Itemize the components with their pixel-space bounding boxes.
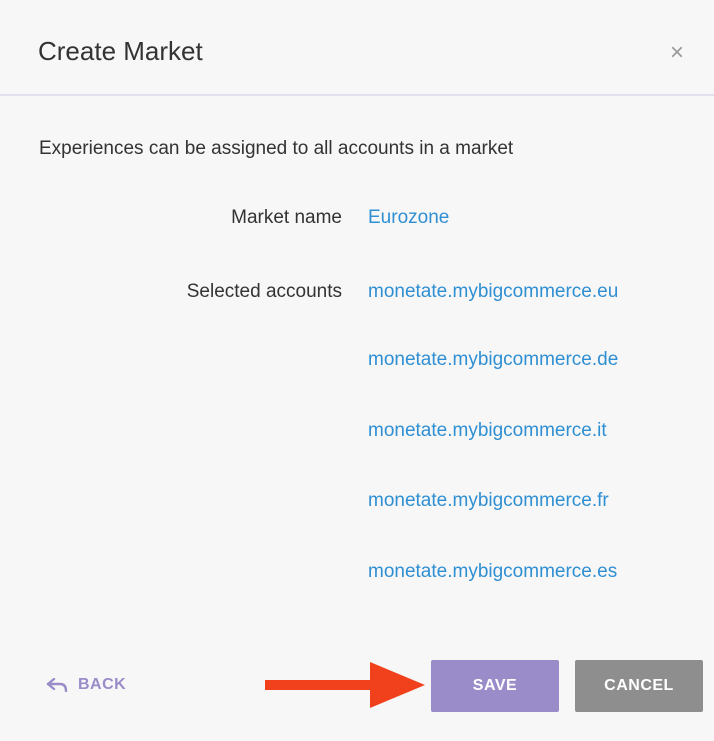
dialog-title: Create Market (38, 36, 203, 66)
selected-accounts-label: Selected accounts (186, 281, 342, 302)
account-link[interactable]: monetate.mybigcommerce.eu (368, 281, 618, 303)
market-name-value[interactable]: Eurozone (368, 207, 449, 229)
back-label: BACK (78, 676, 127, 693)
cancel-button[interactable]: CANCEL (575, 660, 703, 712)
save-button[interactable]: SAVE (431, 660, 559, 712)
account-link[interactable]: monetate.mybigcommerce.it (368, 420, 607, 442)
annotation-arrow-icon (265, 662, 425, 708)
dialog-description: Experiences can be assigned to all accou… (39, 138, 514, 159)
close-icon[interactable]: × (670, 40, 684, 66)
market-name-label: Market name (231, 207, 342, 228)
create-market-dialog: Create Market × Experiences can be assig… (0, 0, 714, 741)
account-link[interactable]: monetate.mybigcommerce.de (368, 349, 618, 371)
account-link[interactable]: monetate.mybigcommerce.es (368, 561, 617, 583)
reply-arrow-icon (46, 678, 68, 692)
account-link[interactable]: monetate.mybigcommerce.fr (368, 490, 609, 512)
dialog-header: Create Market × (0, 0, 714, 96)
back-button[interactable]: BACK (46, 676, 126, 694)
